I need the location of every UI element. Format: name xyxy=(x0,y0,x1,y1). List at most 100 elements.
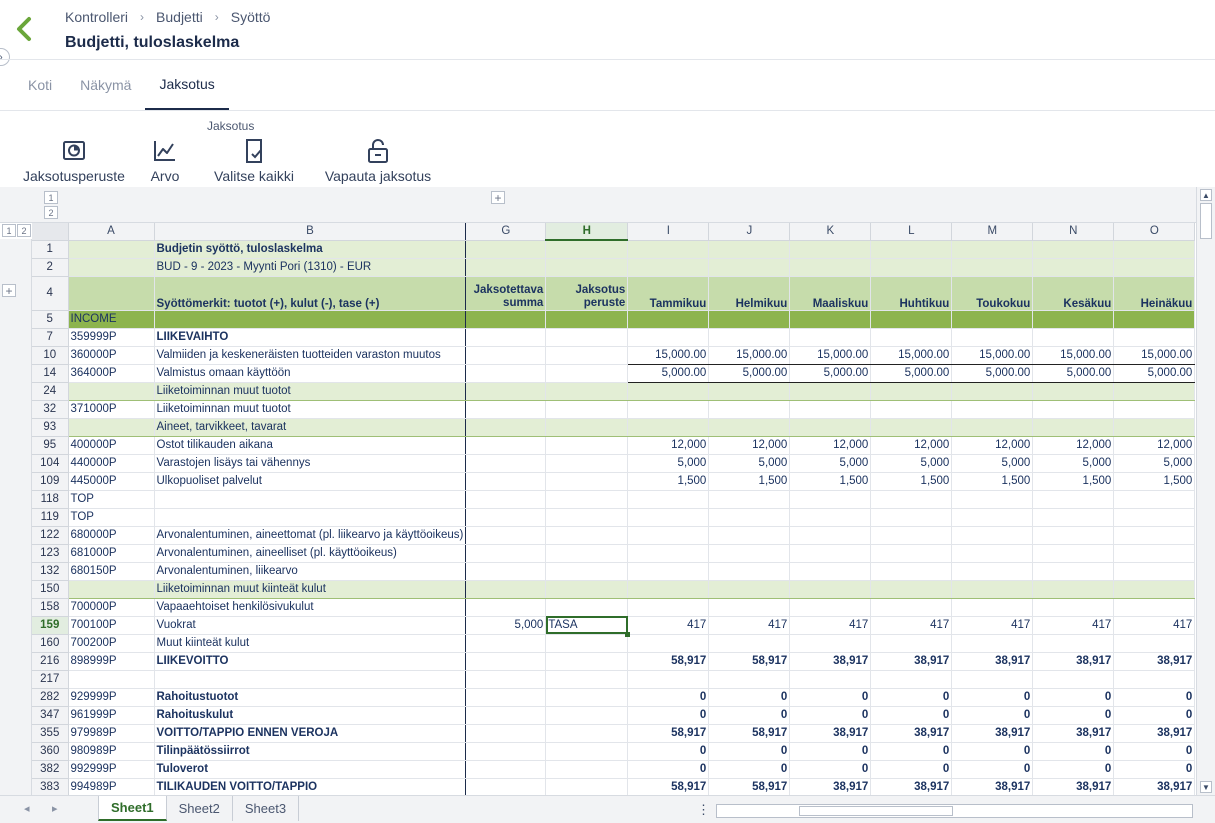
allocation-basis-cell[interactable] xyxy=(545,598,629,617)
month-value-cell[interactable]: 0 xyxy=(789,742,872,761)
row-number[interactable]: 347 xyxy=(32,706,69,725)
month-value-cell[interactable] xyxy=(951,670,1034,689)
month-value-cell[interactable] xyxy=(1113,526,1196,545)
month-value-cell[interactable]: 38,917 xyxy=(1113,724,1196,743)
month-value-cell[interactable] xyxy=(1113,598,1196,617)
month-header[interactable]: Maaliskuu xyxy=(789,276,872,311)
allocation-basis-cell[interactable] xyxy=(545,364,629,383)
month-value-cell[interactable]: 5,000.00 xyxy=(1032,364,1115,383)
allocated-amount-cell[interactable] xyxy=(465,436,547,455)
allocation-basis-cell[interactable] xyxy=(545,688,629,707)
month-value-cell[interactable] xyxy=(870,544,953,563)
allocation-basis-cell[interactable] xyxy=(545,490,629,509)
row-number[interactable]: 95 xyxy=(32,436,69,455)
column-header[interactable]: K xyxy=(789,223,872,241)
allocation-basis-cell[interactable] xyxy=(545,760,629,779)
account-code-cell[interactable]: 980989P xyxy=(68,742,155,761)
month-value-cell[interactable]: 58,917 xyxy=(627,724,710,743)
account-code-cell[interactable]: 445000P xyxy=(68,472,155,491)
month-value-cell[interactable] xyxy=(1032,544,1115,563)
month-value-cell[interactable]: 0 xyxy=(789,706,872,725)
month-value-cell[interactable] xyxy=(870,490,953,509)
month-value-cell[interactable] xyxy=(708,544,791,563)
cell[interactable] xyxy=(68,276,155,311)
month-value-cell[interactable]: 38,917 xyxy=(789,778,872,795)
month-value-cell[interactable] xyxy=(789,598,872,617)
row-number[interactable]: 216 xyxy=(32,652,69,671)
account-name-cell[interactable]: Tuloverot xyxy=(154,760,467,779)
month-value-cell[interactable]: 15,000.00 xyxy=(870,345,953,365)
month-value-cell[interactable] xyxy=(870,670,953,689)
month-header[interactable]: Heinäkuu xyxy=(1113,276,1196,311)
account-name-cell[interactable]: Arvonalentuminen, aineelliset (pl. käytt… xyxy=(154,544,467,563)
allocation-basis-cell[interactable] xyxy=(545,508,629,527)
month-value-cell[interactable]: 15,000.00 xyxy=(1113,345,1196,365)
allocation-basis-cell[interactable] xyxy=(545,454,629,473)
month-value-cell[interactable] xyxy=(789,526,872,545)
month-value-cell[interactable]: 0 xyxy=(627,742,710,761)
sheet-subtitle[interactable]: BUD - 9 - 2023 - Myynti Pori (1310) - EU… xyxy=(154,258,467,277)
month-value-cell[interactable] xyxy=(951,328,1034,347)
account-code-cell[interactable]: 360000P xyxy=(68,346,155,365)
allocation-basis-cell[interactable] xyxy=(545,526,629,545)
row-number[interactable]: 158 xyxy=(32,598,69,617)
allocation-basis-cell[interactable] xyxy=(545,579,629,599)
allocation-basis-cell[interactable] xyxy=(545,634,629,653)
column-header[interactable]: H xyxy=(545,223,629,241)
month-value-cell[interactable]: 0 xyxy=(708,688,791,707)
month-value-cell[interactable] xyxy=(951,544,1034,563)
sheet-tab-sheet1[interactable]: Sheet1 xyxy=(98,796,167,821)
month-value-cell[interactable] xyxy=(1113,381,1196,401)
row-number[interactable]: 7 xyxy=(32,328,69,347)
breadcrumb-item-syotto[interactable]: Syöttö xyxy=(231,9,271,25)
allocation-basis-cell[interactable] xyxy=(545,310,629,329)
row-number[interactable]: 109 xyxy=(32,472,69,491)
month-value-cell[interactable]: 5,000.00 xyxy=(627,364,710,383)
sheet-tab-sheet3[interactable]: Sheet3 xyxy=(233,796,300,821)
row-number[interactable]: 4 xyxy=(32,276,69,311)
select-all-corner[interactable] xyxy=(32,223,69,241)
tab-jaksotus[interactable]: Jaksotus xyxy=(145,60,229,110)
row-number[interactable]: 119 xyxy=(32,508,69,527)
allocation-basis-cell[interactable] xyxy=(545,472,629,491)
month-value-cell[interactable] xyxy=(1032,381,1115,401)
month-value-cell[interactable] xyxy=(627,490,710,509)
month-value-cell[interactable]: 0 xyxy=(870,760,953,779)
month-value-cell[interactable] xyxy=(1113,490,1196,509)
account-code-cell[interactable]: 700100P xyxy=(68,616,155,635)
month-value-cell[interactable] xyxy=(789,328,872,347)
account-code-cell[interactable]: 400000P xyxy=(68,436,155,455)
account-name-cell[interactable]: Vuokrat xyxy=(154,616,467,635)
account-name-cell[interactable]: Arvonalentuminen, aineettomat (pl. liike… xyxy=(154,526,467,545)
cell[interactable] xyxy=(68,258,155,277)
allocation-basis-cell[interactable] xyxy=(545,381,629,401)
allocated-amount-cell[interactable] xyxy=(465,472,547,491)
allocation-basis-cell[interactable] xyxy=(545,346,629,365)
month-value-cell[interactable]: 5,000.00 xyxy=(789,364,872,383)
row-number[interactable]: 93 xyxy=(32,417,69,437)
month-value-cell[interactable]: 417 xyxy=(789,616,872,635)
month-value-cell[interactable] xyxy=(627,579,710,599)
allocation-basis-header[interactable]: Jaksotus peruste xyxy=(545,276,629,311)
month-value-cell[interactable]: 5,000 xyxy=(627,454,710,473)
allocation-basis-cell[interactable] xyxy=(545,328,629,347)
month-value-cell[interactable] xyxy=(708,670,791,689)
account-name-cell[interactable]: Ulkopuoliset palvelut xyxy=(154,472,467,491)
row-number[interactable]: 132 xyxy=(32,562,69,581)
allocated-amount-cell[interactable] xyxy=(465,544,547,563)
month-value-cell[interactable] xyxy=(708,490,791,509)
select-all-button[interactable]: Valitse kaikki xyxy=(202,138,306,184)
month-value-cell[interactable] xyxy=(789,310,872,329)
more-options-icon[interactable]: ⋮ xyxy=(697,802,710,818)
allocated-amount-cell[interactable]: 5,000 xyxy=(465,616,547,635)
month-value-cell[interactable] xyxy=(627,310,710,329)
month-value-cell[interactable] xyxy=(708,328,791,347)
month-value-cell[interactable]: 0 xyxy=(708,760,791,779)
month-value-cell[interactable]: 38,917 xyxy=(789,724,872,743)
account-name-cell[interactable]: Varastojen lisäys tai vähennys xyxy=(154,454,467,473)
month-value-cell[interactable] xyxy=(951,400,1034,419)
month-value-cell[interactable]: 1,500 xyxy=(1113,472,1196,491)
month-value-cell[interactable] xyxy=(627,381,710,401)
row-number[interactable]: 382 xyxy=(32,760,69,779)
tab-koti[interactable]: Koti xyxy=(14,60,66,110)
